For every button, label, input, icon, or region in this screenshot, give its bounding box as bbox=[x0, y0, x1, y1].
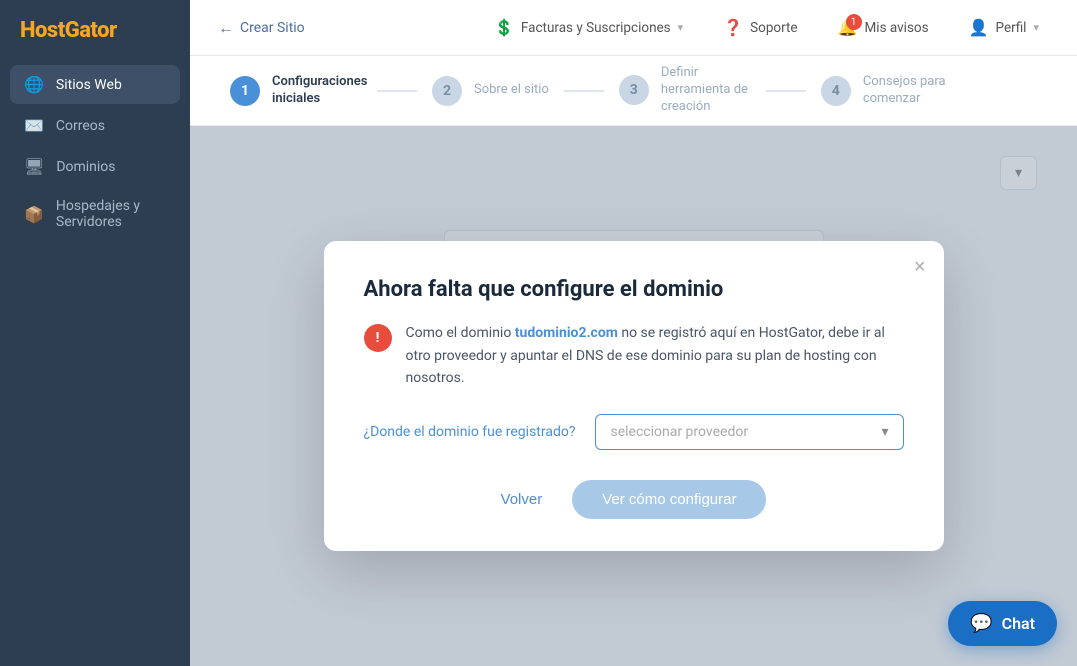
soporte-nav-item[interactable]: ❓ Soporte bbox=[713, 18, 807, 37]
facturas-label: Facturas y Suscripciones bbox=[521, 20, 671, 36]
step-connector-1 bbox=[377, 90, 417, 92]
step-2-circle: 2 bbox=[432, 76, 462, 106]
sidebar-item-label: Hospedajes y Servidores bbox=[56, 198, 166, 230]
step-3-label: Definir herramienta de creación bbox=[661, 65, 751, 116]
step-4-label: Consejos para comenzar bbox=[863, 74, 953, 108]
logo: HostGator bbox=[0, 0, 190, 65]
avisos-label: Mis avisos bbox=[865, 20, 929, 36]
bell-icon: 🔔 1 bbox=[838, 18, 858, 37]
avisos-nav-item[interactable]: 🔔 1 Mis avisos bbox=[828, 18, 939, 37]
provider-select[interactable]: seleccionar proveedor ▾ bbox=[595, 414, 903, 450]
modal-info-text: Como el dominio tudominio2.com no se reg… bbox=[406, 322, 904, 389]
domain-link: tudominio2.com bbox=[515, 325, 618, 341]
main-content: ← Crear Sitio 💲 Facturas y Suscripciones… bbox=[190, 0, 1077, 666]
topnav: ← Crear Sitio 💲 Facturas y Suscripciones… bbox=[190, 0, 1077, 56]
server-icon: 📦 bbox=[24, 205, 44, 224]
dollar-icon: 💲 bbox=[494, 18, 514, 37]
soporte-label: Soporte bbox=[750, 20, 797, 36]
help-icon: ❓ bbox=[723, 18, 743, 37]
step-2: 2 Sobre el sitio bbox=[432, 76, 549, 106]
step-connector-3 bbox=[766, 90, 806, 92]
error-icon: ! bbox=[364, 324, 392, 352]
step-1-circle: 1 bbox=[230, 76, 260, 106]
chevron-down-icon: ▾ bbox=[678, 21, 684, 34]
notification-badge: 1 bbox=[846, 14, 862, 30]
sidebar-item-label: Sitios Web bbox=[56, 77, 122, 93]
mail-icon: ✉️ bbox=[24, 116, 44, 135]
modal-info-row: ! Como el dominio tudominio2.com no se r… bbox=[364, 322, 904, 389]
sidebar-nav: 🌐 Sitios Web ✉️ Correos 🖥 Dominios 📦 Hos… bbox=[0, 65, 190, 240]
modal-dialog: × Ahora falta que configure el dominio !… bbox=[324, 241, 944, 550]
modal-title: Ahora falta que configure el dominio bbox=[364, 277, 904, 302]
globe-icon: 🌐 bbox=[24, 75, 44, 94]
step-2-label: Sobre el sitio bbox=[474, 82, 549, 99]
page-body: ▾ Continuar × Ahora falta que configure … bbox=[190, 126, 1077, 666]
select-placeholder: seleccionar proveedor bbox=[610, 424, 748, 440]
step-4-circle: 4 bbox=[821, 76, 851, 106]
step-3: 3 Definir herramienta de creación bbox=[619, 65, 751, 116]
perfil-nav-item[interactable]: 👤 Perfil ▾ bbox=[959, 18, 1049, 37]
chat-bubble-icon: 💬 bbox=[970, 613, 992, 634]
sidebar-item-dominios[interactable]: 🖥 Dominios bbox=[10, 147, 180, 186]
modal-overlay: × Ahora falta que configure el dominio !… bbox=[190, 126, 1077, 666]
back-arrow-icon: ← bbox=[218, 18, 234, 38]
step-connector-2 bbox=[564, 90, 604, 92]
step-4: 4 Consejos para comenzar bbox=[821, 74, 953, 108]
sidebar-item-correos[interactable]: ✉️ Correos bbox=[10, 106, 180, 145]
sidebar: HostGator 🌐 Sitios Web ✉️ Correos 🖥 Domi… bbox=[0, 0, 190, 666]
perfil-label: Perfil bbox=[996, 20, 1027, 36]
step-1: 1 Configuraciones iniciales bbox=[230, 74, 362, 108]
select-chevron-icon: ▾ bbox=[881, 424, 888, 440]
modal-select-row: ¿Donde el dominio fue registrado? selecc… bbox=[364, 414, 904, 450]
user-icon: 👤 bbox=[969, 18, 989, 37]
configure-button[interactable]: Ver cómo configurar bbox=[572, 480, 766, 519]
chat-button[interactable]: 💬 Chat bbox=[948, 601, 1057, 646]
back-label: Crear Sitio bbox=[240, 20, 305, 36]
sidebar-item-sitios-web[interactable]: 🌐 Sitios Web bbox=[10, 65, 180, 104]
close-button[interactable]: × bbox=[914, 257, 926, 277]
modal-actions: Volver Ver cómo configurar bbox=[364, 480, 904, 519]
sidebar-item-label: Dominios bbox=[56, 159, 115, 175]
steps-bar: 1 Configuraciones iniciales 2 Sobre el s… bbox=[190, 56, 1077, 126]
sidebar-item-hospedajes[interactable]: 📦 Hospedajes y Servidores bbox=[10, 188, 180, 240]
select-label: ¿Donde el dominio fue registrado? bbox=[364, 424, 576, 440]
facturas-nav-item[interactable]: 💲 Facturas y Suscripciones ▾ bbox=[484, 18, 693, 37]
info-text-before: Como el dominio bbox=[406, 325, 515, 341]
sidebar-item-label: Correos bbox=[56, 118, 105, 134]
perfil-chevron-icon: ▾ bbox=[1033, 21, 1039, 34]
step-1-label: Configuraciones iniciales bbox=[272, 74, 362, 108]
chat-label: Chat bbox=[1002, 614, 1035, 633]
back-button[interactable]: ← Crear Sitio bbox=[218, 18, 305, 38]
monitor-icon: 🖥 bbox=[24, 157, 44, 176]
back-button[interactable]: Volver bbox=[501, 491, 543, 508]
step-3-circle: 3 bbox=[619, 75, 649, 105]
